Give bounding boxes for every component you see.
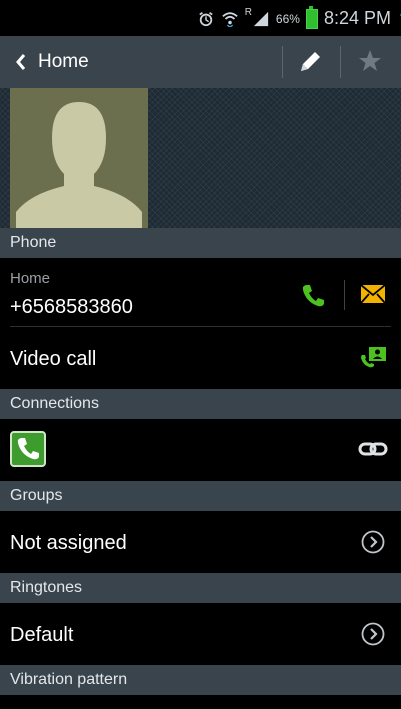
section-connections: Connections: [0, 389, 401, 419]
battery-percent: 66%: [275, 11, 300, 26]
video-call-row[interactable]: Video call: [0, 327, 401, 389]
section-title: Vibration pattern: [10, 671, 128, 688]
section-title: Phone: [10, 234, 57, 251]
status-bar: R 66% 8:24 PM: [0, 0, 401, 40]
section-title: Groups: [10, 487, 63, 504]
edit-pencil-icon[interactable]: [297, 49, 323, 75]
phone-number-row[interactable]: Home +6568583860: [0, 258, 401, 326]
section-phone: Phone: [0, 228, 401, 258]
chevron-right-icon[interactable]: [361, 530, 385, 554]
groups-row[interactable]: Not assigned: [0, 511, 401, 573]
video-call-icon[interactable]: [360, 345, 388, 369]
section-title: Ringtones: [10, 579, 83, 596]
video-call-label: Video call: [10, 348, 97, 370]
back-label: Home: [38, 51, 89, 72]
back-button[interactable]: Home: [16, 51, 89, 73]
link-icon[interactable]: [358, 439, 388, 459]
connections-row[interactable]: [0, 419, 401, 481]
star-icon[interactable]: [357, 48, 383, 74]
message-envelope-icon[interactable]: [360, 284, 386, 304]
groups-value: Not assigned: [10, 532, 127, 554]
action-bar: Home: [0, 36, 401, 89]
row-divider: [344, 280, 345, 310]
network-badge: R: [244, 7, 252, 18]
phone-type-label: Home: [10, 270, 51, 287]
action-divider: [282, 46, 283, 78]
battery-icon: [305, 5, 318, 29]
contact-photo[interactable]: [10, 88, 148, 228]
call-phone-icon[interactable]: [300, 282, 326, 308]
signal-icon: [253, 11, 269, 26]
back-chevron-icon: [16, 54, 26, 70]
phone-number: +6568583860: [10, 296, 133, 318]
action-divider: [340, 46, 341, 78]
chevron-right-icon[interactable]: [361, 622, 385, 646]
section-vibration-pattern: Vibration pattern: [0, 665, 401, 695]
wifi-icon: [221, 11, 238, 27]
ringtone-row[interactable]: Default: [0, 603, 401, 665]
section-groups: Groups: [0, 481, 401, 511]
avatar-silhouette-icon: [16, 102, 142, 228]
section-ringtones: Ringtones: [0, 573, 401, 603]
vibration-row[interactable]: [0, 695, 401, 709]
status-time: 8:24 PM: [323, 8, 391, 28]
alarm-icon: [198, 11, 213, 26]
phone-app-icon[interactable]: [10, 431, 46, 467]
section-title: Connections: [10, 395, 99, 412]
ringtone-value: Default: [10, 624, 74, 646]
status-icons: R 66% 8:24 PM: [197, 5, 391, 29]
